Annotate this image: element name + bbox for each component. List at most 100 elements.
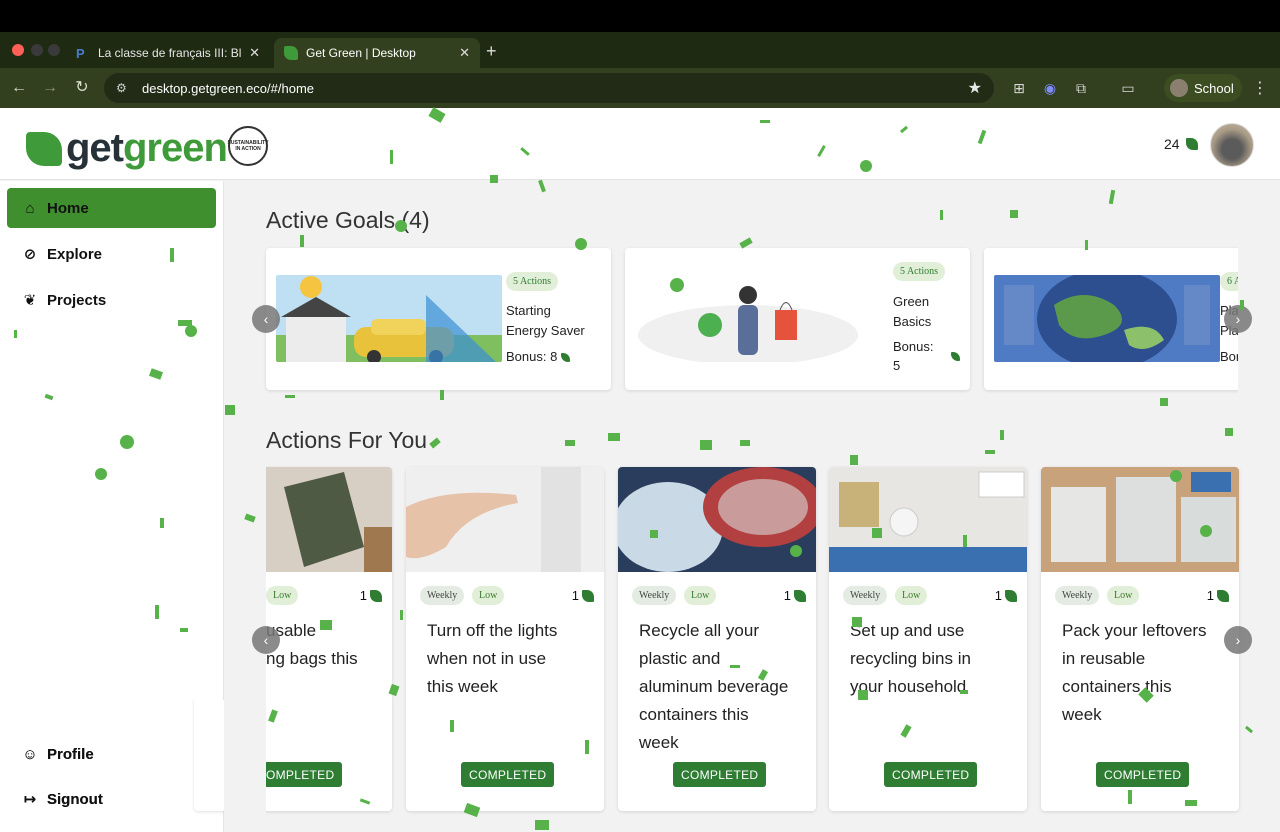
confetti-piece: [670, 278, 684, 292]
actions-for-you-title: Actions For You: [266, 427, 428, 453]
chevron-left-icon: ‹: [263, 632, 269, 648]
confetti-piece: [739, 237, 753, 249]
confetti-piece: [120, 435, 134, 449]
forward-arrow-icon[interactable]: →: [40, 78, 60, 98]
goal-bonus-line: 5: [893, 358, 901, 373]
confetti-piece: [850, 455, 858, 465]
confetti-piece: [390, 150, 393, 164]
completed-button[interactable]: COMPLETED: [461, 762, 555, 787]
action-card[interactable]: Weekly Low 1 Pack your leftovers in reus…: [1041, 467, 1239, 811]
action-points: 1: [784, 588, 806, 603]
action-points-value: 1: [1206, 588, 1214, 603]
goal-bonus-line: Bonus:: [893, 339, 934, 354]
browser-tab[interactable]: P La classe de français III: Block ✕: [66, 38, 270, 68]
frequency-tag: Weekly: [420, 586, 465, 605]
confetti-piece: [1160, 398, 1168, 406]
confetti-piece: [538, 179, 546, 193]
maximize-window-button[interactable]: [48, 44, 60, 56]
action-card[interactable]: Weekly Low 1 Set up and use recycling bi…: [829, 467, 1027, 811]
confetti-piece: [740, 440, 750, 446]
confetti-piece: [285, 395, 295, 398]
sidebar-item-projects[interactable]: ❦ Projects: [7, 280, 216, 320]
action-text-line: in reusable: [1062, 649, 1146, 668]
completed-button[interactable]: COMPLETED: [673, 762, 767, 787]
chevron-left-icon: ‹: [263, 311, 269, 327]
leaf-points-icon: [582, 589, 594, 602]
action-card[interactable]: Weekly Low 1 Recycle all your plastic an…: [618, 467, 816, 811]
profile-label: School: [1194, 80, 1234, 96]
close-tab-icon[interactable]: ✕: [459, 45, 470, 61]
getgreen-favicon-icon: [284, 46, 298, 60]
extension-icon[interactable]: ◉: [1041, 79, 1059, 97]
reload-icon[interactable]: ↻: [72, 78, 92, 98]
goals-next-button[interactable]: ›: [1224, 305, 1252, 333]
action-text-line: aluminum beverage: [639, 677, 789, 696]
user-avatar[interactable]: [1210, 123, 1254, 167]
confetti-piece: [1170, 470, 1182, 482]
action-points-value: 1: [571, 588, 579, 603]
confetti-piece: [170, 248, 174, 262]
confetti-piece: [160, 518, 164, 528]
sidebar-item-label: Home: [47, 199, 89, 217]
close-tab-icon[interactable]: ✕: [249, 45, 260, 61]
goal-card[interactable]: 5 Actions Starting Energy Saver Bonus: 8: [266, 248, 611, 390]
new-tab-button[interactable]: +: [486, 41, 497, 62]
minimize-window-button[interactable]: [31, 44, 43, 56]
translate-icon[interactable]: ⊞: [1010, 79, 1028, 97]
goal-name-line: Basics: [893, 314, 932, 329]
goal-card[interactable]: 5 Actions Green Basics Bonus: 5: [625, 248, 970, 390]
action-text-line: Turn off the lights: [427, 621, 558, 640]
confetti-piece: [650, 530, 658, 538]
frequency-tag: Weekly: [843, 586, 888, 605]
action-points-value: 1: [359, 588, 367, 603]
action-card[interactable]: Weekly Low 1 Turn off the lights when no…: [406, 467, 604, 811]
leaf-icon: ❦: [23, 292, 37, 309]
bookmark-star-icon[interactable]: ★: [968, 78, 982, 98]
more-menu-icon[interactable]: ⋮: [1252, 78, 1268, 98]
completed-button[interactable]: OMPLETED: [258, 762, 343, 787]
profile-avatar: [1170, 79, 1188, 97]
cast-icon[interactable]: ▭: [1119, 79, 1137, 97]
action-points-value: 1: [994, 588, 1002, 603]
confetti-piece: [300, 235, 304, 247]
actions-prev-button[interactable]: ‹: [252, 626, 280, 654]
action-text-line: recycling bins in: [850, 649, 971, 668]
getgreen-logo[interactable]: getgreen: [26, 126, 228, 171]
sidebar-item-label: Signout: [47, 790, 103, 808]
completed-button[interactable]: COMPLETED: [884, 762, 978, 787]
back-arrow-icon[interactable]: ←: [9, 78, 29, 98]
confetti-piece: [1010, 210, 1018, 218]
goal-bonus: Bonus: 8: [506, 348, 571, 366]
confetti-piece: [760, 120, 770, 123]
confetti-piece: [940, 210, 943, 220]
browser-tab-active[interactable]: Get Green | Desktop ✕: [274, 38, 480, 68]
recycling-containers-photo: [618, 467, 816, 572]
confetti-piece: [700, 440, 712, 450]
completed-button[interactable]: COMPLETED: [1096, 762, 1190, 787]
actions-next-button[interactable]: ›: [1224, 626, 1252, 654]
sidebar-item-profile-overlay[interactable]: ☺ Profile: [7, 734, 216, 774]
sidebar-item-explore[interactable]: ⊘ Explore: [7, 234, 216, 274]
confetti-piece: [95, 468, 107, 480]
confetti-piece: [575, 238, 587, 250]
confetti-piece: [535, 820, 549, 830]
goal-name-line: Energy Saver: [506, 323, 585, 338]
browser-profile-chip[interactable]: School: [1164, 74, 1242, 102]
difficulty-tag: Low: [266, 586, 299, 605]
confetti-piece: [14, 330, 17, 338]
confetti-piece: [395, 220, 407, 232]
address-bar[interactable]: ⚙ desktop.getgreen.eco/#/home ★: [104, 73, 994, 103]
goals-prev-button[interactable]: ‹: [252, 305, 280, 333]
sidebar-item-signout-overlay[interactable]: ↦ Signout: [7, 779, 216, 819]
action-text-line: Pack your leftovers: [1062, 621, 1207, 640]
action-description: Pack your leftovers in reusable containe…: [1062, 617, 1234, 729]
action-points: 1: [572, 588, 594, 603]
leaf-points-icon: [951, 352, 960, 361]
green-basics-illustration: [635, 275, 861, 362]
confetti-piece: [450, 720, 454, 732]
sidebar-item-home[interactable]: ⌂ Home: [7, 188, 216, 228]
puzzle-icon[interactable]: ⧉: [1072, 79, 1090, 97]
site-settings-icon[interactable]: ⚙: [116, 81, 130, 95]
close-window-button[interactable]: [12, 44, 24, 56]
points-value: 24: [1164, 136, 1180, 152]
